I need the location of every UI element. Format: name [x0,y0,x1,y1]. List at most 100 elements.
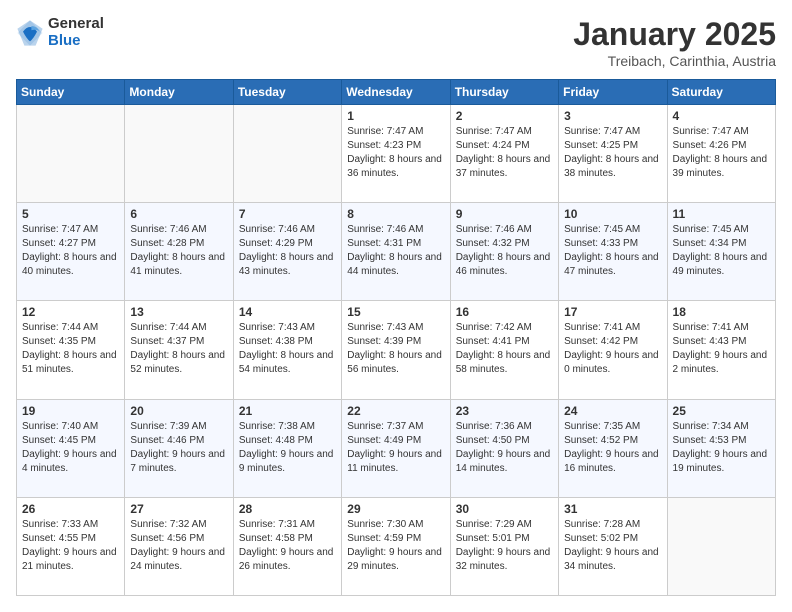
logo-blue-text: Blue [48,33,104,50]
calendar-week-4: 19Sunrise: 7:40 AM Sunset: 4:45 PM Dayli… [17,399,776,497]
table-row [125,105,233,203]
table-row: 22 Sunrise: 7:37 AM Sunset: 4:49 PM Dayli… [342,399,450,497]
day-info: Sunrise: 7:31 AM Sunset: 4:58 PM Dayligh… [239,518,336,574]
day-info: Sunrise: 7:43 AM Sunset: 4:38 PM Dayligh… [239,321,336,377]
col-thursday: Thursday [450,80,558,105]
calendar-table: Sunday Monday Tuesday Wednesday Thursday… [16,79,776,596]
day-info: Sunrise: 7:44 AM Sunset: 4:37 PM Dayligh… [130,321,227,377]
day-number: 26 [22,502,119,516]
day-number: 29 [347,502,444,516]
day-number: 28 [239,502,336,516]
day-number: 7 [239,207,336,221]
table-row: 4 Sunrise: 7:47 AM Sunset: 4:26 PM Daylig… [667,105,775,203]
col-sunday: Sunday [17,80,125,105]
day-info: Sunrise: 7:39 AM Sunset: 4:46 PM Dayligh… [130,420,227,476]
table-row [667,497,775,595]
day-number: 23 [456,404,553,418]
table-row: 8 Sunrise: 7:46 AM Sunset: 4:31 PM Daylig… [342,203,450,301]
day-info: Sunrise: 7:28 AM Sunset: 5:02 PM Dayligh… [564,518,661,574]
day-number: 1 [347,109,444,123]
table-row: 17 Sunrise: 7:41 AM Sunset: 4:42 PM Dayli… [559,301,667,399]
page: General Blue January 2025 Treibach, Cari… [0,0,792,612]
table-row: 25 Sunrise: 7:34 AM Sunset: 4:53 PM Dayli… [667,399,775,497]
table-row: 23 Sunrise: 7:36 AM Sunset: 4:50 PM Dayli… [450,399,558,497]
logo: General Blue [16,16,104,49]
day-info: Sunrise: 7:40 AM Sunset: 4:45 PM Dayligh… [22,420,119,476]
table-row: 18 Sunrise: 7:41 AM Sunset: 4:43 PM Dayli… [667,301,775,399]
day-number: 17 [564,305,661,319]
day-number: 25 [673,404,770,418]
day-number: 18 [673,305,770,319]
day-info: Sunrise: 7:33 AM Sunset: 4:55 PM Dayligh… [22,518,119,574]
day-number: 31 [564,502,661,516]
table-row: 13Sunrise: 7:44 AM Sunset: 4:37 PM Dayli… [125,301,233,399]
table-row: 21Sunrise: 7:38 AM Sunset: 4:48 PM Dayli… [233,399,341,497]
col-saturday: Saturday [667,80,775,105]
table-row: 16 Sunrise: 7:42 AM Sunset: 4:41 PM Dayli… [450,301,558,399]
table-row: 12Sunrise: 7:44 AM Sunset: 4:35 PM Dayli… [17,301,125,399]
table-row: 11Sunrise: 7:45 AM Sunset: 4:34 PM Dayli… [667,203,775,301]
col-tuesday: Tuesday [233,80,341,105]
day-info: Sunrise: 7:36 AM Sunset: 4:50 PM Dayligh… [456,420,553,476]
day-number: 15 [347,305,444,319]
day-info: Sunrise: 7:46 AM Sunset: 4:28 PM Dayligh… [130,223,227,279]
table-row: 7 Sunrise: 7:46 AM Sunset: 4:29 PM Daylig… [233,203,341,301]
table-row [233,105,341,203]
table-row: 5Sunrise: 7:47 AM Sunset: 4:27 PM Daylig… [17,203,125,301]
day-number: 4 [673,109,770,123]
table-row: 6 Sunrise: 7:46 AM Sunset: 4:28 PM Daylig… [125,203,233,301]
location-subtitle: Treibach, Carinthia, Austria [573,53,776,69]
day-info: Sunrise: 7:34 AM Sunset: 4:53 PM Dayligh… [673,420,770,476]
table-row: 30Sunrise: 7:29 AM Sunset: 5:01 PM Dayli… [450,497,558,595]
table-row: 3 Sunrise: 7:47 AM Sunset: 4:25 PM Daylig… [559,105,667,203]
day-info: Sunrise: 7:37 AM Sunset: 4:49 PM Dayligh… [347,420,444,476]
table-row: 20 Sunrise: 7:39 AM Sunset: 4:46 PM Dayli… [125,399,233,497]
table-row: 9Sunrise: 7:46 AM Sunset: 4:32 PM Daylig… [450,203,558,301]
day-info: Sunrise: 7:47 AM Sunset: 4:26 PM Dayligh… [673,125,770,181]
calendar-week-1: 1Sunrise: 7:47 AM Sunset: 4:23 PM Daylig… [17,105,776,203]
day-number: 10 [564,207,661,221]
day-info: Sunrise: 7:30 AM Sunset: 4:59 PM Dayligh… [347,518,444,574]
table-row: 29 Sunrise: 7:30 AM Sunset: 4:59 PM Dayli… [342,497,450,595]
day-info: Sunrise: 7:46 AM Sunset: 4:31 PM Dayligh… [347,223,444,279]
day-info: Sunrise: 7:46 AM Sunset: 4:32 PM Dayligh… [456,223,553,279]
day-number: 20 [130,404,227,418]
logo-icon [16,19,44,47]
day-number: 11 [673,207,770,221]
day-number: 16 [456,305,553,319]
table-row: 14 Sunrise: 7:43 AM Sunset: 4:38 PM Dayli… [233,301,341,399]
table-row: 19Sunrise: 7:40 AM Sunset: 4:45 PM Dayli… [17,399,125,497]
table-row [17,105,125,203]
day-number: 22 [347,404,444,418]
day-info: Sunrise: 7:32 AM Sunset: 4:56 PM Dayligh… [130,518,227,574]
table-row: 27 Sunrise: 7:32 AM Sunset: 4:56 PM Dayli… [125,497,233,595]
day-info: Sunrise: 7:47 AM Sunset: 4:27 PM Dayligh… [22,223,119,279]
logo-general-text: General [48,16,104,33]
day-info: Sunrise: 7:47 AM Sunset: 4:25 PM Dayligh… [564,125,661,181]
day-info: Sunrise: 7:46 AM Sunset: 4:29 PM Dayligh… [239,223,336,279]
day-info: Sunrise: 7:44 AM Sunset: 4:35 PM Dayligh… [22,321,119,377]
day-number: 3 [564,109,661,123]
title-block: January 2025 Treibach, Carinthia, Austri… [573,16,776,69]
table-row: 28 Sunrise: 7:31 AM Sunset: 4:58 PM Dayli… [233,497,341,595]
table-row: 31 Sunrise: 7:28 AM Sunset: 5:02 PM Dayli… [559,497,667,595]
calendar-week-2: 5Sunrise: 7:47 AM Sunset: 4:27 PM Daylig… [17,203,776,301]
calendar-header-row: Sunday Monday Tuesday Wednesday Thursday… [17,80,776,105]
month-title: January 2025 [573,16,776,53]
day-number: 6 [130,207,227,221]
day-info: Sunrise: 7:45 AM Sunset: 4:33 PM Dayligh… [564,223,661,279]
day-info: Sunrise: 7:42 AM Sunset: 4:41 PM Dayligh… [456,321,553,377]
day-number: 14 [239,305,336,319]
col-monday: Monday [125,80,233,105]
day-number: 8 [347,207,444,221]
day-info: Sunrise: 7:41 AM Sunset: 4:42 PM Dayligh… [564,321,661,377]
day-number: 27 [130,502,227,516]
header: General Blue January 2025 Treibach, Cari… [16,16,776,69]
table-row: 2Sunrise: 7:47 AM Sunset: 4:24 PM Daylig… [450,105,558,203]
day-info: Sunrise: 7:43 AM Sunset: 4:39 PM Dayligh… [347,321,444,377]
col-wednesday: Wednesday [342,80,450,105]
day-info: Sunrise: 7:41 AM Sunset: 4:43 PM Dayligh… [673,321,770,377]
day-number: 24 [564,404,661,418]
table-row: 24Sunrise: 7:35 AM Sunset: 4:52 PM Dayli… [559,399,667,497]
day-info: Sunrise: 7:38 AM Sunset: 4:48 PM Dayligh… [239,420,336,476]
